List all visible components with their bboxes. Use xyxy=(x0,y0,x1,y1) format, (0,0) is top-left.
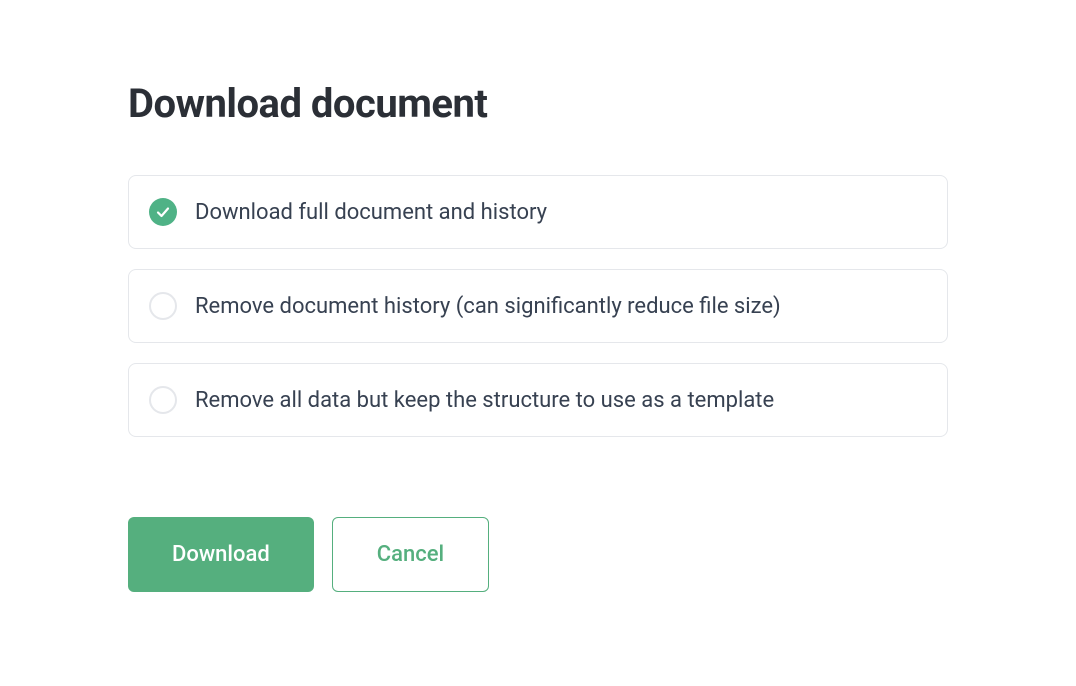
options-group: Download full document and history Remov… xyxy=(128,175,948,437)
option-remove-history[interactable]: Remove document history (can significant… xyxy=(128,269,948,343)
checkmark-icon xyxy=(155,204,171,220)
option-template[interactable]: Remove all data but keep the structure t… xyxy=(128,363,948,437)
option-full-document[interactable]: Download full document and history xyxy=(128,175,948,249)
option-label: Remove document history (can significant… xyxy=(195,294,781,319)
dialog-title: Download document xyxy=(128,80,948,127)
radio-unselected-icon xyxy=(149,386,177,414)
cancel-button[interactable]: Cancel xyxy=(332,517,489,592)
radio-unselected-icon xyxy=(149,292,177,320)
dialog-actions: Download Cancel xyxy=(128,517,948,592)
radio-selected-icon xyxy=(149,198,177,226)
option-label: Download full document and history xyxy=(195,200,547,225)
option-label: Remove all data but keep the structure t… xyxy=(195,388,774,413)
download-button[interactable]: Download xyxy=(128,517,314,592)
download-dialog: Download document Download full document… xyxy=(0,0,1076,672)
